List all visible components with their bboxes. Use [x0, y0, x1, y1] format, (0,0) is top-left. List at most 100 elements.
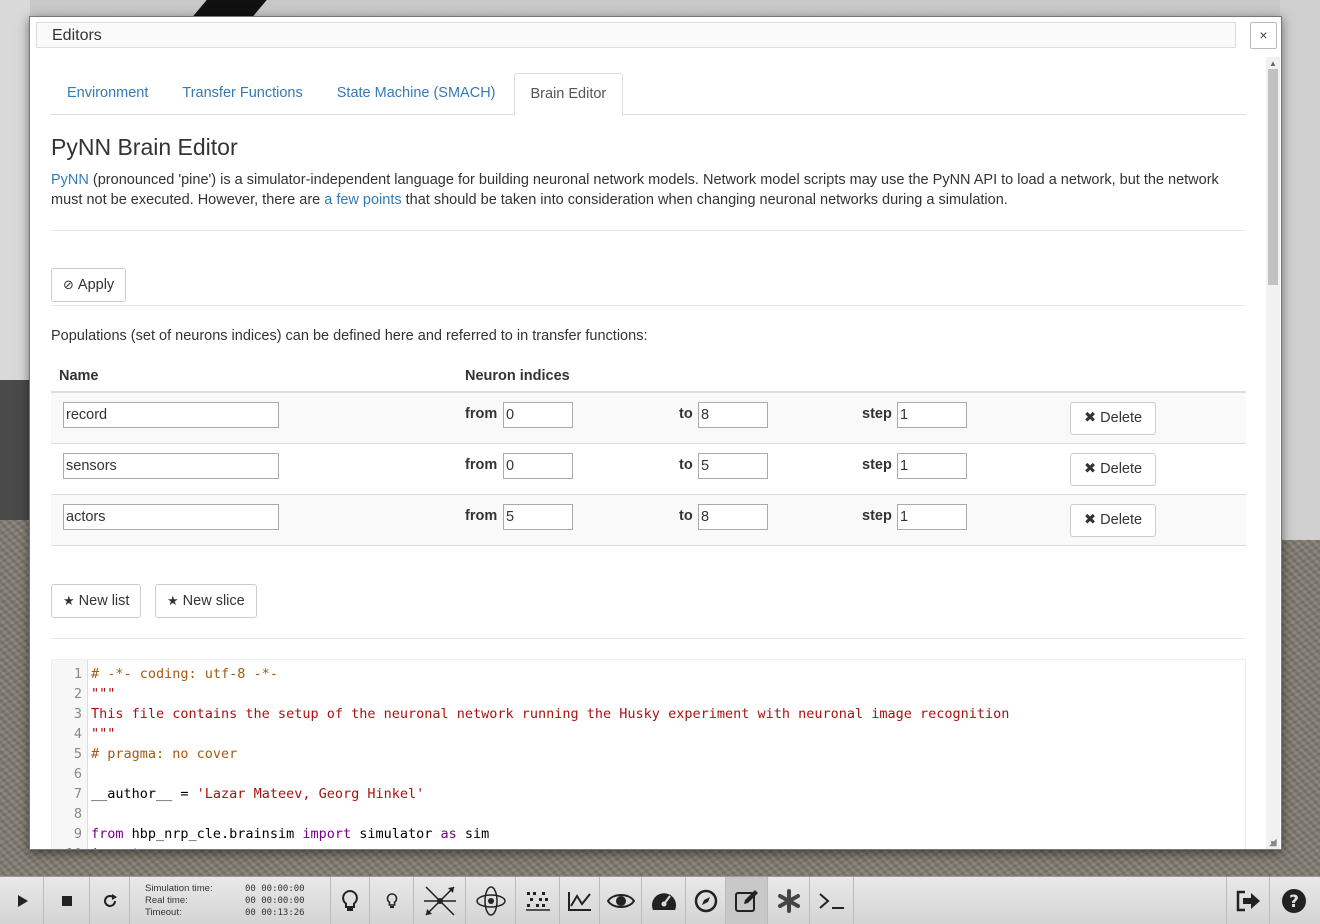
code-line[interactable]: 5 # pragma: no cover	[52, 744, 1242, 764]
code-token: from	[91, 826, 124, 842]
population-name-input[interactable]	[63, 402, 279, 428]
rotate-button[interactable]	[466, 877, 516, 924]
stop-icon	[61, 896, 72, 906]
close-icon: ✖	[1084, 512, 1097, 528]
from-input[interactable]	[503, 453, 573, 479]
line-number: 10	[52, 844, 82, 849]
new-list-button[interactable]: ★ New list	[51, 584, 142, 618]
apply-label: Apply	[77, 277, 115, 293]
joint-monitor-button[interactable]	[642, 877, 686, 924]
code-editor[interactable]: 1 # -*- coding: utf-8 -*- 2 """ 3 This file c…	[51, 659, 1246, 849]
simulation-clock: Simulation time: 00 00:00:00 Real time: …	[145, 883, 335, 919]
to-label: to	[679, 457, 693, 473]
from-label: from	[465, 508, 498, 524]
delete-button[interactable]: ✖ Delete	[1070, 504, 1157, 537]
lightbulb-icon	[342, 889, 358, 911]
code-text: """	[91, 724, 115, 744]
play-button[interactable]	[0, 877, 44, 924]
stop-button[interactable]	[44, 877, 90, 924]
line-number: 9	[73, 826, 82, 842]
apply-button[interactable]: ⊘ Apply	[51, 268, 127, 302]
asterisk-icon	[777, 889, 800, 913]
refresh-icon	[103, 894, 117, 907]
code-line[interactable]: 4 """	[52, 724, 1242, 744]
navigation-button[interactable]	[686, 877, 726, 924]
line-number: 6	[73, 766, 82, 782]
code-line[interactable]: 6	[52, 764, 1242, 784]
page-title: PyNN Brain Editor	[51, 134, 238, 160]
timeout-value: 00 00:13:26	[245, 908, 305, 918]
camera-view-button[interactable]	[600, 877, 642, 924]
edit-icon	[734, 890, 758, 912]
close-button[interactable]: ×	[1250, 22, 1277, 49]
scene-beam	[193, 0, 267, 16]
pynn-link[interactable]: PyNN	[51, 172, 89, 188]
column-header-indices: Neuron indices	[465, 368, 570, 384]
brain-visualizer-button[interactable]	[768, 877, 810, 924]
from-input[interactable]	[503, 504, 573, 530]
delete-button[interactable]: ✖ Delete	[1070, 453, 1157, 486]
tab-brain-editor[interactable]: Brain Editor	[513, 73, 624, 116]
population-name-input[interactable]	[63, 453, 279, 479]
light-decrease-button[interactable]	[370, 877, 414, 924]
plot-button[interactable]	[560, 877, 600, 924]
exit-button[interactable]	[1226, 877, 1270, 924]
help-button[interactable]: ?	[1270, 877, 1318, 924]
step-input[interactable]	[897, 504, 967, 530]
code-line[interactable]: 2 """	[52, 684, 1242, 704]
new-slice-button[interactable]: ★ New slice	[155, 584, 257, 618]
code-token: This file contains the setup of the neur…	[91, 706, 1010, 722]
close-icon: ✖	[1084, 410, 1097, 426]
population-name-input[interactable]	[63, 504, 279, 530]
line-number: 1	[73, 666, 82, 682]
tab-state-machine[interactable]: State Machine (SMACH)	[321, 73, 512, 115]
few-points-link[interactable]: a few points	[324, 192, 401, 208]
spike-monitor-button[interactable]	[516, 877, 560, 924]
from-label: from	[465, 406, 498, 422]
tab-environment[interactable]: Environment	[51, 73, 164, 115]
code-line[interactable]: 9 from hbp_nrp_cle.brainsim import simula…	[52, 824, 1242, 844]
simulation-toolbar: Simulation time: 00 00:00:00 Real time: …	[0, 876, 1320, 924]
to-input[interactable]	[698, 402, 768, 428]
line-number: 7	[73, 786, 82, 802]
code-line[interactable]: 8	[52, 804, 1242, 824]
table-row: from to step ✖Delete	[51, 393, 1246, 444]
code-line[interactable]: 1 # -*- coding: utf-8 -*-	[52, 664, 1242, 684]
eye-icon	[606, 894, 635, 908]
code-token: """	[91, 686, 116, 702]
delete-button[interactable]: ✖ Delete	[1070, 402, 1157, 435]
resize-grip-icon[interactable]: ◢	[1269, 837, 1279, 848]
step-input[interactable]	[897, 453, 967, 479]
divider	[51, 638, 1246, 639]
step-input[interactable]	[897, 402, 967, 428]
description-text-2: that should be taken into consideration …	[401, 192, 1008, 208]
code-token: # -*- coding: utf-8 -*-	[91, 666, 278, 682]
modal-scrollbar[interactable]: ▲ ▼	[1266, 57, 1280, 849]
code-line[interactable]: 3 This file contains the setup of the neu…	[52, 704, 1242, 724]
line-number: 5	[73, 746, 82, 762]
reset-button[interactable]	[90, 877, 130, 924]
tab-transfer-functions[interactable]: Transfer Functions	[166, 73, 318, 115]
code-line[interactable]: 7 __author__ = 'Lazar Mateev, Georg Hinke…	[52, 784, 1242, 804]
editor-button[interactable]	[726, 877, 768, 924]
code-token: hbp_nrp_cle.brainsim	[123, 826, 303, 842]
exit-icon	[1236, 890, 1260, 912]
translate-button[interactable]	[414, 877, 466, 924]
compass-icon	[694, 889, 717, 913]
code-line[interactable]: 10 import numpy as np	[52, 844, 1242, 849]
to-input[interactable]	[698, 453, 768, 479]
to-input[interactable]	[698, 504, 768, 530]
timeout-label: Timeout:	[145, 907, 182, 918]
scroll-up-icon[interactable]: ▲	[1268, 59, 1278, 68]
terminal-button[interactable]	[810, 877, 854, 924]
real-time-label: Real time:	[145, 895, 188, 906]
code-token: numpy	[140, 846, 197, 849]
delete-label: Delete	[1100, 410, 1143, 426]
light-increase-button[interactable]	[330, 877, 370, 924]
sim-time-label: Simulation time:	[145, 883, 213, 894]
play-icon	[17, 895, 28, 907]
scroll-thumb[interactable]	[1268, 69, 1278, 285]
modal-title[interactable]: Editors	[36, 22, 1236, 48]
from-input[interactable]	[503, 402, 573, 428]
move-arrows-icon	[423, 886, 456, 916]
